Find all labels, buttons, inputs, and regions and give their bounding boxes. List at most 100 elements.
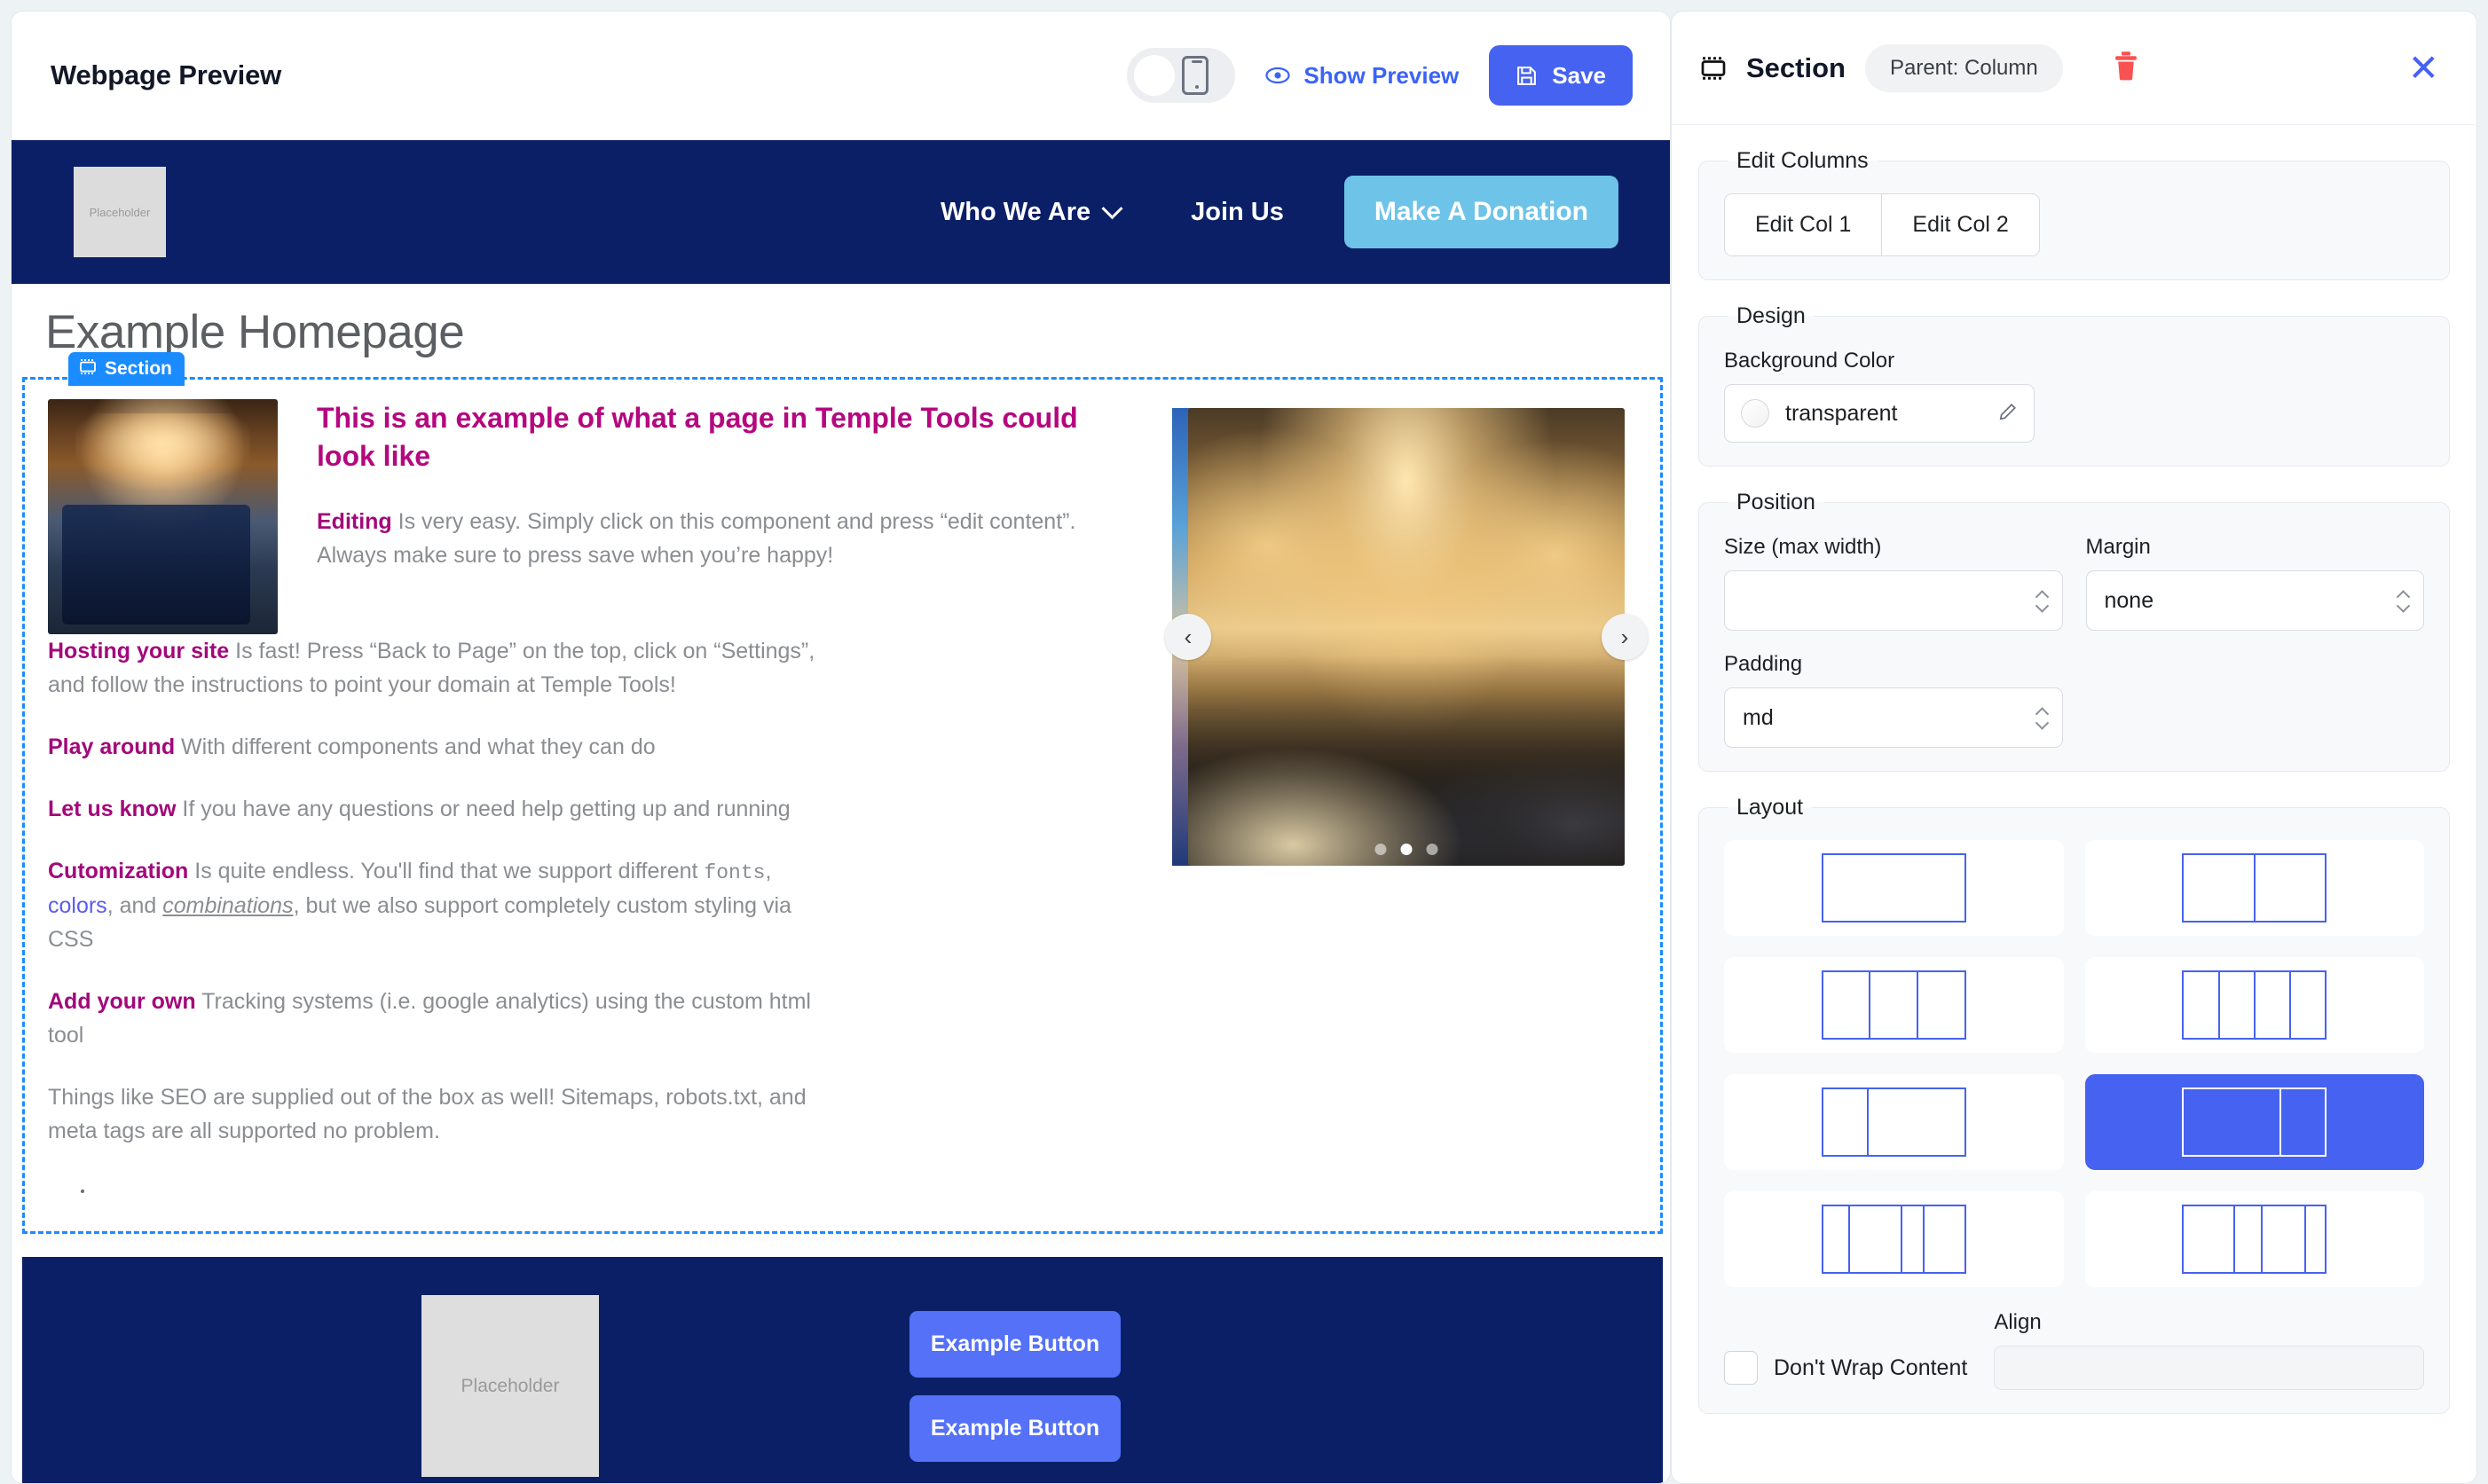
section-glyph-icon	[1700, 56, 1727, 80]
position-group: Position Size (max width) Margin none Pa…	[1698, 490, 2450, 772]
paragraph-lead-bold: Add your own	[48, 988, 196, 1014]
color-swatch	[1741, 399, 1769, 428]
carousel-dots[interactable]	[1374, 844, 1438, 855]
tablet-congregation-image	[48, 399, 278, 634]
checkbox-box[interactable]	[1724, 1351, 1758, 1385]
layout-option-one-third-two-thirds[interactable]	[1724, 1074, 2064, 1170]
selected-section[interactable]: Section This is an example of what a pag…	[22, 352, 1663, 1234]
customization-part3: , and	[106, 892, 163, 918]
size-field: Size (max width)	[1724, 535, 2063, 631]
nav-link-label: Who We Are	[940, 197, 1091, 226]
layout-glyph-wide-narrow	[2182, 1205, 2327, 1274]
stepper-icon[interactable]	[2035, 592, 2048, 610]
preview-toolbar: Webpage Preview Show Preview Save	[12, 12, 1670, 140]
layout-glyph-narrow-wide	[1821, 1205, 1966, 1274]
position-spacer	[2086, 652, 2425, 748]
paragraph-add-your-own: Add your own Tracking systems (i.e. goog…	[48, 985, 829, 1052]
background-color-label: Background Color	[1724, 349, 1895, 373]
show-preview-button[interactable]: Show Preview	[1265, 62, 1459, 90]
layout-option-wide-narrow-wide[interactable]	[2084, 1191, 2424, 1287]
paragraph-customization: Cutomization Is quite endless. You'll fi…	[48, 854, 829, 956]
edit-col-2-button[interactable]: Edit Col 2	[1881, 194, 2039, 255]
app-root: Webpage Preview Show Preview Save Placeh…	[0, 0, 2488, 1484]
customization-combinations-word: combinations	[162, 892, 294, 918]
paragraph-lead-bold: Editing	[317, 509, 392, 535]
show-preview-label: Show Preview	[1303, 61, 1460, 89]
carousel-next-button[interactable]: ›	[1602, 614, 1648, 660]
margin-label: Margin	[2085, 535, 2151, 559]
layout-option-three-equal-columns[interactable]	[1724, 957, 2064, 1053]
padding-field: Padding md	[1724, 652, 2063, 748]
edit-columns-legend: Edit Columns	[1736, 148, 1869, 173]
layout-bottom-row: Don't Wrap Content Align	[1724, 1310, 2424, 1390]
padding-select[interactable]: md	[1724, 687, 2063, 748]
device-preview-toggle[interactable]	[1127, 48, 1236, 103]
preview-toolbar-actions: Show Preview Save	[1127, 45, 1633, 106]
site-footer: Placeholder Example Button Example Butto…	[22, 1256, 1663, 1483]
margin-value: none	[2104, 587, 2154, 613]
section-badge[interactable]: Section	[68, 352, 185, 386]
lead-text: This is an example of what a page in Tem…	[317, 399, 1167, 601]
margin-select[interactable]: none	[2085, 570, 2424, 631]
dont-wrap-content-checkbox[interactable]: Don't Wrap Content	[1724, 1351, 1967, 1390]
mobile-phone-icon	[1182, 56, 1209, 95]
make-a-donation-button[interactable]: Make A Donation	[1343, 176, 1618, 248]
section-column-1: This is an example of what a page in Tem…	[48, 399, 1176, 1201]
layout-options-grid	[1724, 840, 2424, 1287]
save-button[interactable]: Save	[1489, 45, 1633, 106]
stepper-icon[interactable]	[2397, 592, 2409, 610]
synagogue-interior-image	[1188, 408, 1625, 866]
pencil-icon[interactable]	[1998, 402, 2018, 426]
inspector-title: Section	[1746, 51, 1846, 83]
webpage-preview-pane: Webpage Preview Show Preview Save Placeh…	[11, 11, 1671, 1484]
layout-option-four-equal-columns[interactable]	[2084, 957, 2424, 1053]
parent-breadcrumb-pill[interactable]: Parent: Column	[1864, 43, 2063, 92]
footer-logo-placeholder: Placeholder	[421, 1295, 599, 1478]
section-inspector-panel: Section Parent: Column ✕ Edit Columns Ed…	[1671, 11, 2477, 1484]
size-select[interactable]	[1724, 570, 2063, 631]
align-select[interactable]	[1994, 1346, 2424, 1390]
margin-field: Margin none	[2085, 535, 2424, 631]
carousel-dot[interactable]	[1374, 844, 1387, 855]
section-column-2: ‹ ›	[1165, 399, 1648, 1201]
content-bullet-list	[48, 1183, 1167, 1201]
section-body: This is an example of what a page in Tem…	[22, 377, 1663, 1234]
paragraph-let-us-know: Let us know If you have any questions or…	[48, 792, 829, 826]
size-label: Size (max width)	[1724, 535, 1882, 559]
layout-option-narrow-wide-narrow[interactable]	[1724, 1191, 2064, 1287]
customization-colored-word: colors	[48, 892, 107, 918]
close-icon[interactable]: ✕	[2408, 49, 2439, 87]
inspector-header: Section Parent: Column ✕	[1672, 12, 2476, 125]
carousel-dot[interactable]	[1426, 844, 1438, 855]
layout-glyph-2col	[2182, 853, 2327, 923]
carousel-dot-active[interactable]	[1400, 844, 1413, 855]
toggle-knob	[1134, 55, 1176, 96]
footer-example-button-2[interactable]: Example Button	[909, 1394, 1121, 1462]
edit-col-1-button[interactable]: Edit Col 1	[1725, 194, 1882, 255]
paragraph-lead-bold: Let us know	[48, 797, 177, 821]
layout-glyph-2-1	[2182, 1087, 2327, 1157]
layout-option-two-equal-columns[interactable]	[2084, 840, 2424, 936]
delete-section-button[interactable]	[2113, 51, 2139, 85]
layout-option-one-column[interactable]	[1724, 840, 2064, 936]
nav-link-join-us[interactable]: Join Us	[1155, 198, 1319, 227]
paragraph-lead-bold: Play around	[48, 734, 176, 759]
background-color-input[interactable]: transparent	[1724, 384, 2035, 443]
paragraph-lead-bold: Hosting your site	[48, 639, 230, 663]
design-group: Design Background Color transparent	[1698, 303, 2450, 467]
image-carousel[interactable]: ‹ ›	[1165, 408, 1648, 866]
paragraph-hosting: Hosting your site Is fast! Press “Back t…	[48, 634, 829, 702]
padding-label: Padding	[1724, 652, 1803, 676]
layout-glyph-4col	[2182, 970, 2327, 1040]
edit-columns-group: Edit Columns Edit Col 1 Edit Col 2	[1698, 148, 2450, 280]
customization-part2: ,	[765, 859, 772, 883]
layout-option-two-thirds-one-third[interactable]	[2084, 1074, 2424, 1170]
footer-example-button-1[interactable]: Example Button	[909, 1310, 1121, 1378]
paragraph-editing: Editing Is very easy. Simply click on th…	[317, 505, 1098, 572]
section-badge-label: Section	[105, 358, 172, 379]
nav-link-who-we-are[interactable]: Who We Are	[905, 198, 1155, 227]
paragraph-play-around: Play around With different components an…	[48, 730, 829, 764]
navbar-logo-placeholder: Placeholder	[74, 167, 166, 257]
carousel-prev-button[interactable]: ‹	[1165, 614, 1211, 660]
stepper-icon[interactable]	[2035, 709, 2048, 727]
